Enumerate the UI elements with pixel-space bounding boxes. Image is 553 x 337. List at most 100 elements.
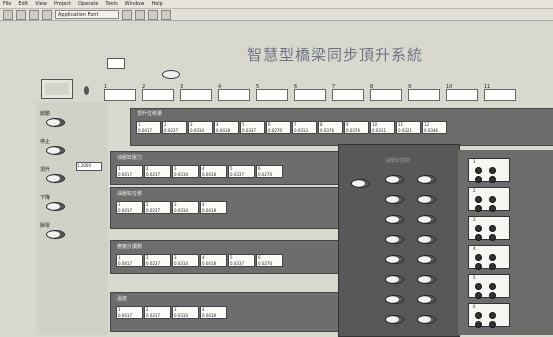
top-field-6[interactable] (294, 89, 326, 101)
top-field-3[interactable] (180, 89, 212, 101)
cylinder-switch[interactable] (417, 195, 436, 204)
menu-item-view[interactable]: View (35, 1, 47, 7)
led-label: 4 (473, 246, 476, 251)
top-field-9[interactable] (408, 89, 440, 101)
menu-item-window[interactable]: Window (125, 1, 145, 7)
top-field-8[interactable] (370, 89, 402, 101)
top-field-1[interactable] (104, 89, 136, 101)
cell-value: 0.0270 (268, 128, 282, 133)
value-cell: 4 0.0418 (214, 121, 239, 134)
align-button[interactable] (122, 9, 132, 20)
menu-item-file[interactable]: File (3, 1, 11, 7)
panel-header: 頂升位移量 (137, 111, 163, 117)
cylinder-switch[interactable] (385, 235, 404, 244)
cell-index: 11 (398, 122, 404, 127)
distribute-button[interactable] (135, 9, 145, 20)
value-cell: 4 0.0418 (200, 201, 227, 214)
cell-index: 4 (202, 166, 205, 171)
cell-index: 2 (146, 307, 149, 312)
toggle-switch[interactable] (46, 174, 65, 183)
value-cell: 6 0.0270 (256, 165, 283, 178)
menu-item-tools[interactable]: Tools (105, 1, 117, 7)
cylinder-switch[interactable] (417, 315, 436, 324)
cylinder-switch[interactable] (385, 195, 404, 204)
cylinder-switch[interactable] (417, 175, 436, 184)
run-button[interactable] (3, 9, 13, 20)
cylinder-switch[interactable] (417, 275, 436, 284)
top-input[interactable] (107, 58, 125, 69)
cylinder-switch[interactable] (385, 275, 404, 284)
top-field-4[interactable] (218, 89, 250, 101)
cylinder-switch[interactable] (417, 295, 436, 304)
master-switch[interactable] (351, 179, 370, 188)
cylinder-switch[interactable] (417, 255, 436, 264)
top-field-2[interactable] (142, 89, 174, 101)
value-cell: 12 0.0346 (422, 121, 447, 134)
toggle-switch[interactable] (46, 118, 65, 127)
resize-button[interactable] (148, 9, 158, 20)
cylinder-switch[interactable] (385, 215, 404, 224)
font-select[interactable]: Application Font (55, 10, 119, 19)
cylinder-switch[interactable] (417, 235, 436, 244)
menu-item-edit[interactable]: Edit (18, 1, 28, 7)
led-label: 5 (473, 275, 476, 280)
cell-index: 1 (118, 166, 121, 171)
knob-icon[interactable] (84, 86, 89, 95)
reorder-button[interactable] (161, 9, 171, 20)
cylinder-switch[interactable] (385, 175, 404, 184)
cell-value: 0.0313 (294, 128, 308, 133)
top-field-10[interactable] (446, 89, 478, 101)
cell-value: 0.0310 (174, 261, 188, 266)
cell-value: 0.0376 (346, 128, 360, 133)
cell-value: 0.0310 (174, 172, 188, 177)
pressure-panel: 油壓缸壓力 1 0.0417 2 0.0237 3 0.0310 4 0.0418 5 0.033… (110, 151, 340, 185)
value-cell: 3 0.0310 (172, 165, 199, 178)
strain-panel: 應變計讀數 1 0.0417 2 0.0237 3 0.0310 4 0.0418 5 0.033… (110, 240, 340, 274)
setpoint-input[interactable]: 1.2000 (76, 162, 102, 171)
led-indicator-group: 5 (468, 274, 510, 299)
control-label: 啟動 (40, 111, 51, 117)
toggle-switch[interactable] (46, 146, 65, 155)
led-icon (489, 283, 496, 290)
cell-index: 5 (230, 255, 233, 260)
cell-value: 0.0310 (190, 128, 204, 133)
value-cell: 1 0.0417 (116, 165, 143, 178)
menu-item-operate[interactable]: Operate (78, 1, 98, 7)
cell-index: 4 (202, 202, 205, 207)
abort-button[interactable] (29, 9, 39, 20)
value-cell: 2 0.0237 (144, 306, 171, 319)
toggle-switch[interactable] (46, 230, 65, 239)
led-icon (489, 167, 496, 174)
value-cell: 3 0.0310 (172, 306, 199, 319)
menu-item-project[interactable]: Project (54, 1, 71, 7)
toggle-switch[interactable] (46, 202, 65, 211)
status-box[interactable] (41, 79, 73, 99)
top-input-2[interactable] (107, 47, 127, 54)
cylinder-switch[interactable] (417, 215, 436, 224)
run-continuous-button[interactable] (16, 9, 26, 20)
led-icon (489, 196, 496, 203)
cell-index: 2 (146, 202, 149, 207)
panel-header: 油壓缸位移 (117, 191, 143, 197)
led-label: 3 (473, 217, 476, 222)
top-field-5[interactable] (256, 89, 288, 101)
cell-value: 0.0417 (138, 128, 152, 133)
led-icon (475, 312, 482, 319)
led-label: 2 (473, 188, 476, 193)
value-cell: 10 0.0311 (370, 121, 395, 134)
top-field-7[interactable] (332, 89, 364, 101)
cell-value: 0.0237 (146, 172, 160, 177)
led-icon (489, 254, 496, 261)
cell-value: 0.0418 (216, 128, 230, 133)
cylinder-switch[interactable] (385, 315, 404, 324)
led-icon (475, 234, 482, 241)
cylinder-switch[interactable] (385, 295, 404, 304)
cylinder-switch[interactable] (385, 255, 404, 264)
led-icon (489, 312, 496, 319)
top-field-11[interactable] (484, 89, 516, 101)
menu-item-help[interactable]: Help (151, 1, 162, 7)
panel-header: 油壓缸控制 (385, 158, 411, 164)
cell-index: 3 (174, 255, 177, 260)
mode-toggle[interactable] (162, 70, 180, 79)
pause-button[interactable] (42, 9, 52, 20)
